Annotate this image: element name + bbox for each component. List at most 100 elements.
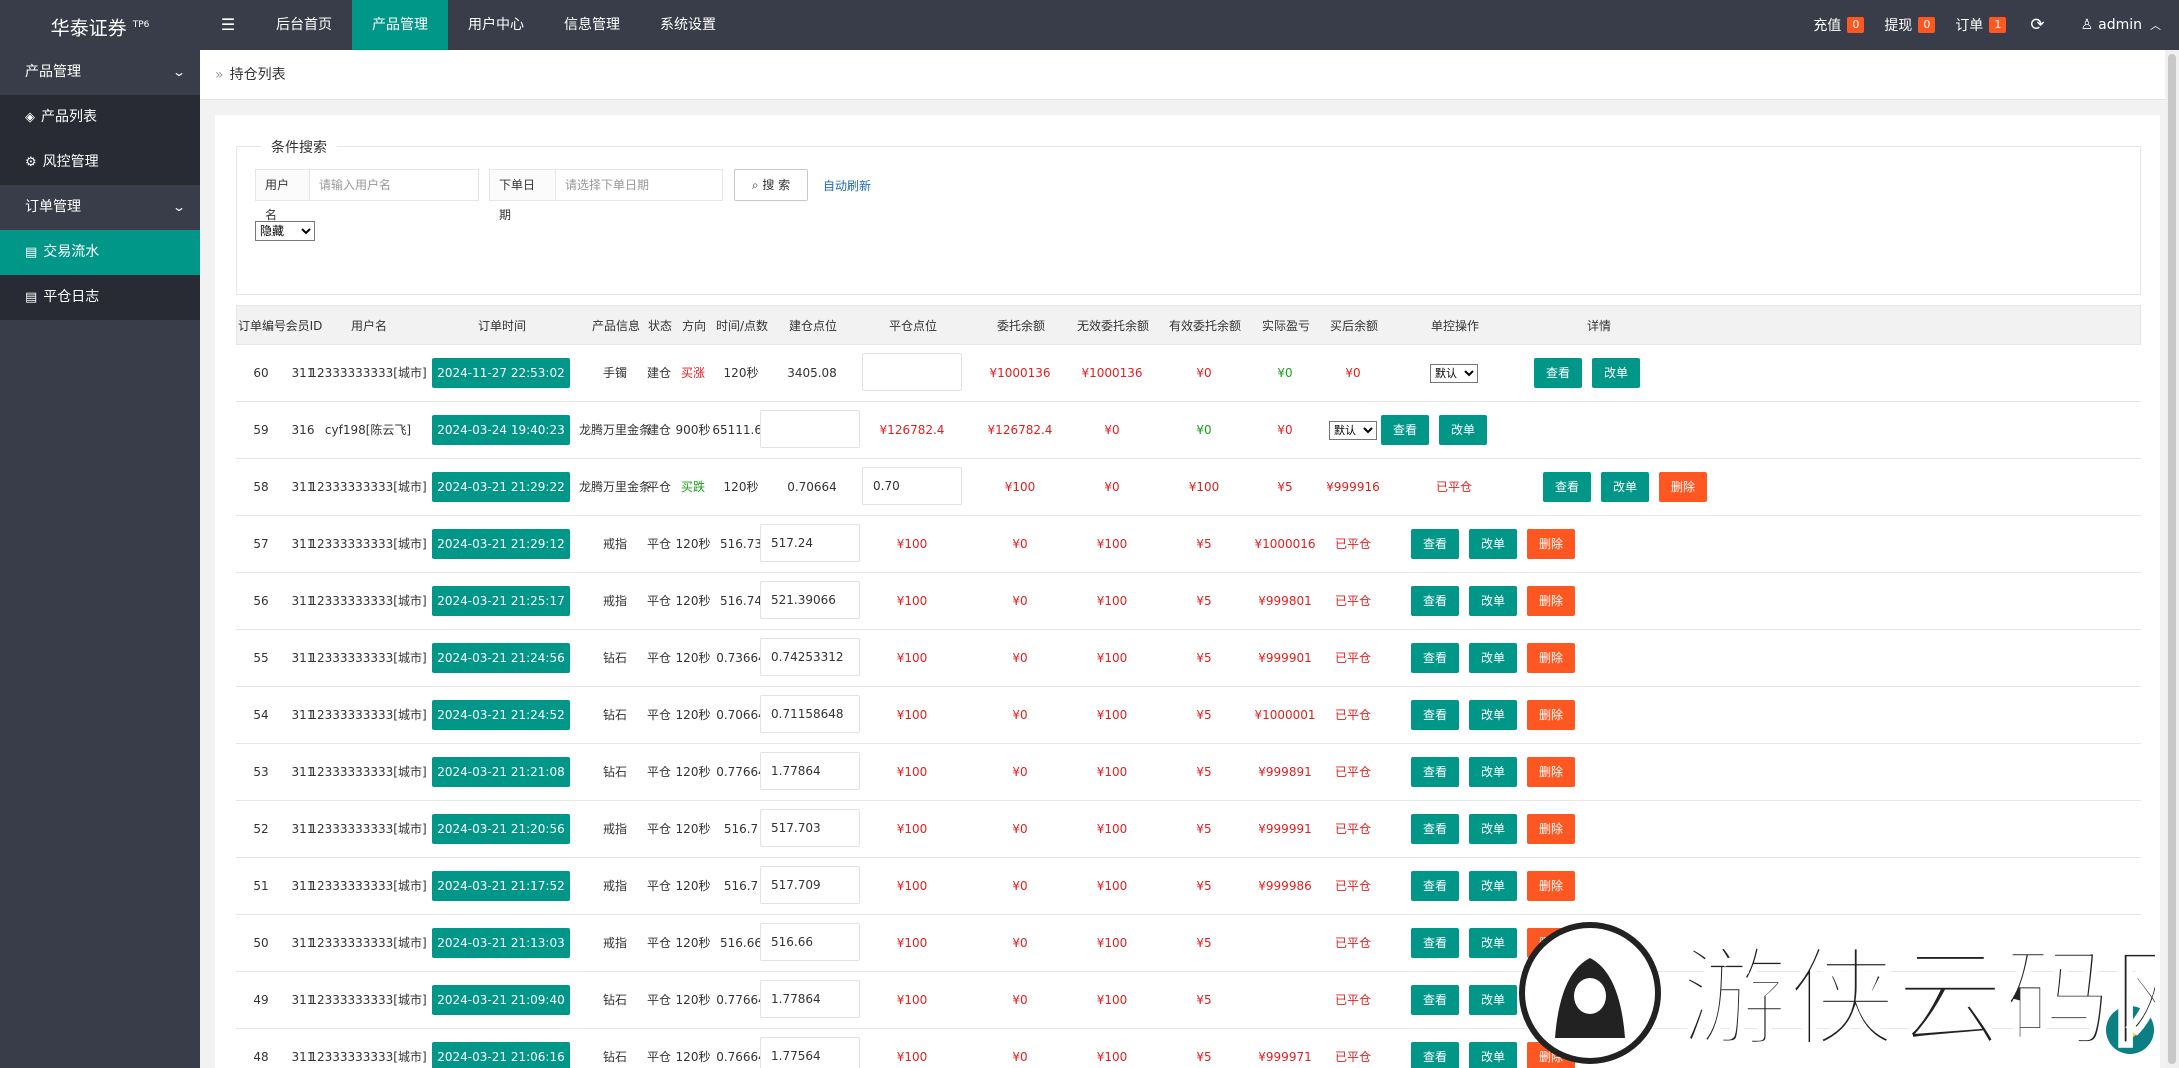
order-time-badge: 2024-03-21 21:29:12 [432,529,570,559]
nav-user-center[interactable]: 用户中心 [448,0,544,50]
view-button[interactable]: 查看 [1411,586,1459,616]
delete-button[interactable]: 删除 [1527,757,1575,787]
cell-member: 316 [291,423,315,437]
cell-invalid: ¥100 [1096,537,1128,551]
username-input[interactable] [310,170,478,200]
order-time-badge: 2024-11-27 22:53:02 [432,358,570,388]
view-button[interactable]: 查看 [1411,985,1459,1015]
order-link[interactable]: 订单 1 [1945,0,2016,50]
search-button[interactable]: ⌕ 搜 索 [734,169,808,201]
delete-button[interactable]: 删除 [1527,529,1575,559]
column-header: 单控操作 [1430,319,1480,333]
view-button[interactable]: 查看 [1543,472,1591,502]
point-input[interactable] [760,980,860,1018]
point-input[interactable] [760,809,860,847]
cell-entrust: ¥0 [1012,936,1028,950]
delete-button[interactable]: 删除 [1527,586,1575,616]
date-input[interactable] [556,170,722,200]
point-input[interactable] [760,923,860,961]
brand-logo[interactable]: 华泰证券 TP6 [0,0,200,50]
sidebar-item-product-list[interactable]: ◈ 产品列表 [0,95,200,140]
cell-status: 平仓 [646,594,672,608]
edit-button[interactable]: 改单 [1469,700,1517,730]
cell-id: 60 [253,366,269,380]
point-input[interactable] [760,410,860,448]
cell-status: 平仓 [646,879,672,893]
point-input[interactable] [760,866,860,904]
point-input[interactable] [760,1037,860,1068]
cell-period: 0.76664 [716,1050,766,1064]
cell-pnl: ¥999801 [1258,594,1312,608]
recharge-link[interactable]: 充值 0 [1803,0,1874,50]
point-input[interactable] [760,638,860,676]
sidebar-group-product[interactable]: 产品管理 ⌄ [0,50,200,95]
view-button[interactable]: 查看 [1381,415,1429,445]
delete-button[interactable]: 删除 [1527,700,1575,730]
control-select[interactable]: 默认 [1430,364,1478,383]
delete-button[interactable]: 删除 [1527,871,1575,901]
cell-after: 已平仓 [1334,879,1372,893]
order-time-badge: 2024-03-21 21:25:17 [432,586,570,616]
view-button[interactable]: 查看 [1534,358,1582,388]
cell-after: ¥0 [1345,366,1361,380]
view-button[interactable]: 查看 [1411,1042,1459,1068]
withdraw-link[interactable]: 提现 0 [1874,0,1945,50]
view-button[interactable]: 查看 [1411,529,1459,559]
order-time-badge: 2024-03-21 21:24:52 [432,700,570,730]
view-button[interactable]: 查看 [1411,643,1459,673]
view-button[interactable]: 查看 [1411,814,1459,844]
edit-button[interactable]: 改单 [1469,757,1517,787]
scrollbar-thumb[interactable] [2168,54,2176,1064]
filter-select[interactable]: 隐藏 [255,221,315,241]
view-button[interactable]: 查看 [1411,757,1459,787]
view-button[interactable]: 查看 [1411,928,1459,958]
point-input[interactable] [760,695,860,733]
point-input[interactable] [862,467,962,505]
point-input[interactable] [760,752,860,790]
cell-period: 516.7 [723,822,759,836]
sidebar-item-risk[interactable]: ⚙ 风控管理 [0,140,200,185]
point-input[interactable] [760,524,860,562]
nav-product[interactable]: 产品管理 [352,0,448,50]
edit-button[interactable]: 改单 [1469,586,1517,616]
edit-button[interactable]: 改单 [1469,985,1517,1015]
edit-button[interactable]: 改单 [1601,472,1649,502]
nav-settings[interactable]: 系统设置 [640,0,736,50]
cell-invalid: ¥0 [1104,423,1120,437]
order-time-badge: 2024-03-21 21:20:56 [432,814,570,844]
sidebar-item-trades[interactable]: ▤ 交易流水 [0,230,200,275]
edit-button[interactable]: 改单 [1469,814,1517,844]
cell-status: 平仓 [646,708,672,722]
control-select[interactable]: 默认 [1329,421,1377,440]
nav-info[interactable]: 信息管理 [544,0,640,50]
table-row: 59 316 cyf198[陈云飞] 2024-03-24 19:40:23 龙腾万里金… [236,402,2141,459]
auto-refresh-link[interactable]: 自动刷新 [823,177,871,194]
point-input[interactable] [862,353,962,391]
sidebar-item-close-log[interactable]: ▤ 平仓日志 [0,275,200,320]
edit-button[interactable]: 改单 [1469,529,1517,559]
delete-button[interactable]: 删除 [1527,814,1575,844]
delete-button[interactable]: 删除 [1527,643,1575,673]
delete-button[interactable]: 删除 [1659,472,1707,502]
cell-after: 已平仓 [1334,765,1372,779]
user-menu[interactable]: ♙ admin ︿ [2063,0,2179,50]
edit-button[interactable]: 改单 [1469,643,1517,673]
view-button[interactable]: 查看 [1411,871,1459,901]
nav-home[interactable]: 后台首页 [256,0,352,50]
table-row: 58 311 12333333333[城市] 2024-03-21 21:29:22 龙… [236,459,2141,516]
edit-button[interactable]: 改单 [1469,928,1517,958]
cell-pnl: ¥999991 [1258,822,1312,836]
sidebar-group-order[interactable]: 订单管理 ⌄ [0,185,200,230]
edit-button[interactable]: 改单 [1439,415,1487,445]
point-input[interactable] [760,581,860,619]
refresh-icon[interactable]: ⟳ [2016,0,2062,50]
edit-button[interactable]: 改单 [1469,1042,1517,1068]
edit-button[interactable]: 改单 [1592,358,1640,388]
doc-icon: ▤ [25,290,38,305]
edit-button[interactable]: 改单 [1469,871,1517,901]
order-time-badge: 2024-03-21 21:09:40 [432,985,570,1015]
view-button[interactable]: 查看 [1411,700,1459,730]
menu-icon[interactable]: ☰ [200,0,256,50]
cell-period: 0.73664 [716,651,766,665]
username-field: 用户名 [255,169,479,222]
